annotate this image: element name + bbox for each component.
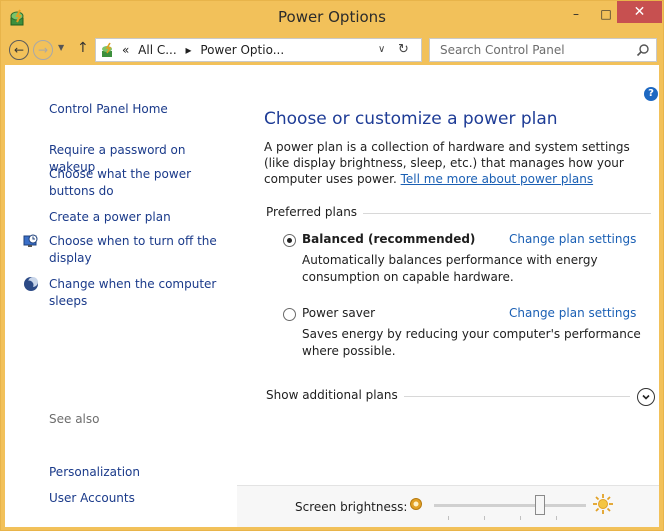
show-additional-plans-label[interactable]: Show additional plans <box>266 388 398 402</box>
learn-more-link[interactable]: Tell me more about power plans <box>401 172 593 186</box>
search-input[interactable] <box>430 39 630 61</box>
page-description: A power plan is a collection of hardware… <box>264 139 654 187</box>
slider-tick <box>484 516 485 520</box>
screen-brightness-label: Screen brightness: <box>295 500 408 514</box>
brightness-bar: Screen brightness: <box>237 485 659 527</box>
refresh-icon[interactable]: ↻ <box>398 42 409 57</box>
help-icon[interactable]: ? <box>644 87 658 101</box>
personalization-link[interactable]: Personalization <box>49 464 140 481</box>
create-power-plan-link[interactable]: Create a power plan <box>49 209 171 226</box>
additional-plans-divider <box>404 396 630 397</box>
see-also-heading: See also <box>49 412 100 426</box>
balanced-change-settings-link[interactable]: Change plan settings <box>509 232 636 246</box>
power-saver-change-settings-link[interactable]: Change plan settings <box>509 306 636 320</box>
power-saver-plan-name[interactable]: Power saver <box>302 306 375 320</box>
main-pane: ? Choose or customize a power plan A pow… <box>237 65 659 527</box>
breadcrumb-power-options[interactable]: Power Optio... <box>200 43 284 57</box>
minimize-button[interactable]: – <box>561 1 591 27</box>
preferred-plans-heading: Preferred plans <box>266 205 358 219</box>
balanced-radio[interactable] <box>283 234 296 247</box>
slider-tick <box>520 516 521 520</box>
control-panel-home-link[interactable]: Control Panel Home <box>49 101 168 118</box>
power-options-window: Power Options – □ ✕ ← → ▼ ↑ « All C... ▸… <box>0 0 664 531</box>
dim-brightness-icon[interactable] <box>409 497 423 511</box>
breadcrumb-separator[interactable]: ▸ <box>186 43 192 57</box>
moon-sleep-icon <box>24 277 38 291</box>
forward-button[interactable]: → <box>33 40 53 60</box>
balanced-plan-name[interactable]: Balanced (recommended) <box>302 232 475 246</box>
title-bar[interactable]: Power Options – □ ✕ <box>1 1 663 35</box>
control-panel-icon <box>102 42 112 57</box>
expand-additional-plans-button[interactable] <box>637 388 655 406</box>
content-area: Control Panel Home Require a password on… <box>5 65 659 527</box>
power-saver-plan-description: Saves energy by reducing your computer's… <box>302 327 641 358</box>
search-box <box>429 38 657 62</box>
power-buttons-link[interactable]: Choose what the power buttons do <box>49 166 199 200</box>
balanced-plan-description: Automatically balances performance with … <box>302 253 598 284</box>
preferred-plans-divider <box>363 213 651 214</box>
chevron-down-icon <box>642 394 650 400</box>
bright-brightness-icon[interactable] <box>592 493 614 515</box>
back-button[interactable]: ← <box>9 40 29 60</box>
address-bar[interactable]: « All C... ▸ Power Optio... ∨ ↻ <box>95 38 422 62</box>
recent-locations-dropdown[interactable]: ▼ <box>58 43 64 52</box>
slider-tick <box>556 516 557 520</box>
turn-off-display-link[interactable]: Choose when to turn off the display <box>49 233 224 267</box>
slider-tick <box>448 516 449 520</box>
search-icon[interactable] <box>636 43 650 57</box>
up-button[interactable]: ↑ <box>77 40 89 56</box>
brightness-slider-thumb[interactable] <box>535 495 545 515</box>
computer-sleeps-link[interactable]: Change when the computer sleeps <box>49 276 224 310</box>
breadcrumb-overflow[interactable]: « <box>122 43 129 57</box>
breadcrumb-all-control-panel[interactable]: All C... <box>138 43 177 57</box>
navigation-bar: ← → ▼ ↑ « All C... ▸ Power Optio... ∨ ↻ <box>5 35 659 65</box>
user-accounts-link[interactable]: User Accounts <box>49 490 135 507</box>
brightness-slider-track[interactable] <box>434 504 586 507</box>
address-dropdown-icon[interactable]: ∨ <box>378 44 385 55</box>
breadcrumb: « All C... ▸ Power Optio... <box>122 43 289 57</box>
page-title: Choose or customize a power plan <box>264 109 558 129</box>
power-saver-radio[interactable] <box>283 308 296 321</box>
display-clock-icon <box>23 234 38 247</box>
close-button[interactable]: ✕ <box>617 1 662 23</box>
left-task-pane: Control Panel Home Require a password on… <box>5 65 237 527</box>
